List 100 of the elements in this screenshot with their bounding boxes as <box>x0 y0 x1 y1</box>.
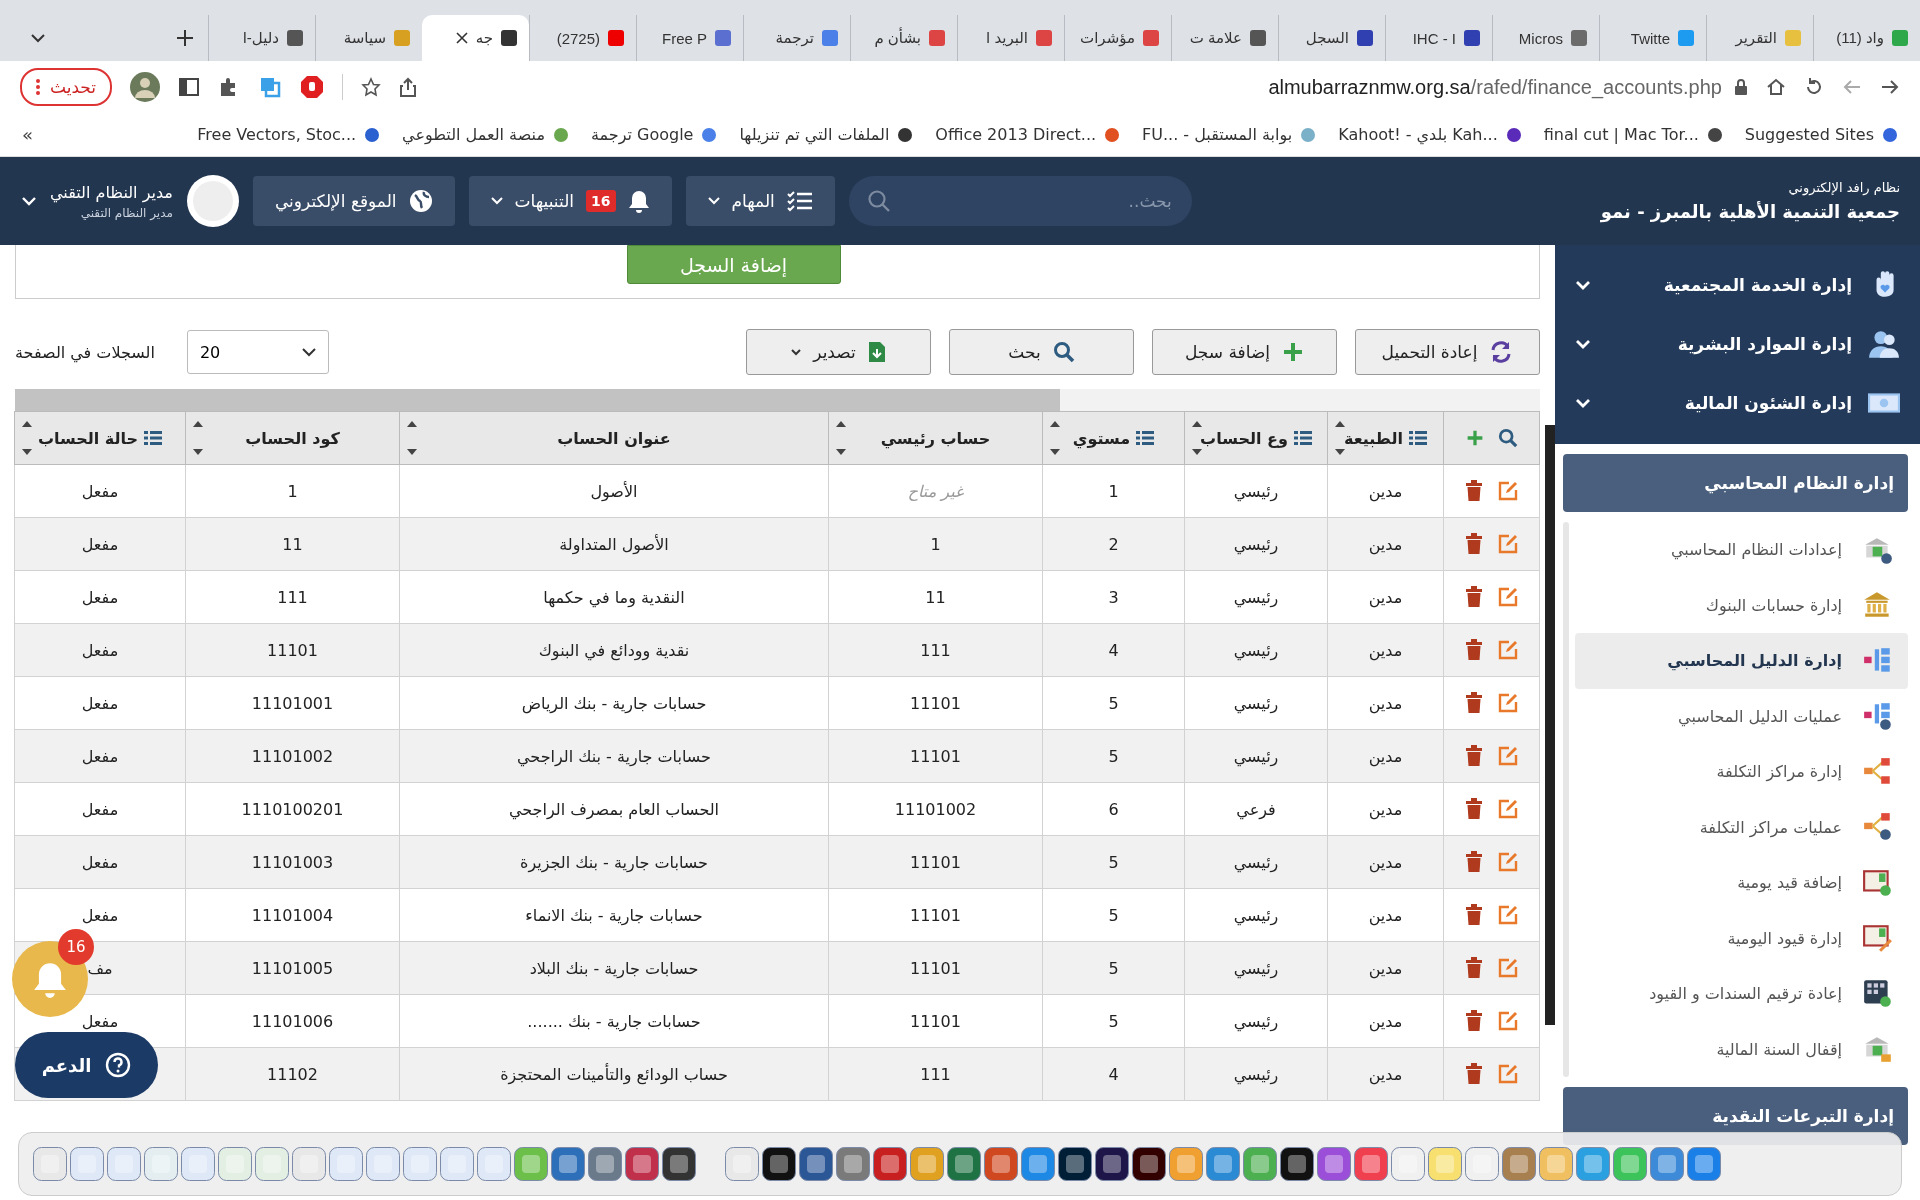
menu-item[interactable]: إقفال السنة المالية <box>1575 1021 1908 1077</box>
bookmark[interactable]: Kahoot! - بلدي Kah... <box>1338 125 1522 144</box>
menu-item[interactable]: إدارة قيود اليومية <box>1575 910 1908 966</box>
browser-tab[interactable]: سياسة <box>315 15 422 61</box>
add-button[interactable]: إضافة سجل <box>1152 329 1337 375</box>
edit-button[interactable] <box>1496 1063 1519 1085</box>
browser-tab[interactable]: جه <box>422 15 529 61</box>
share-icon[interactable] <box>399 77 418 97</box>
section-header[interactable]: إدارة النظام المحاسبي <box>1563 454 1908 512</box>
browser-tab[interactable]: دليل-ا <box>208 15 315 61</box>
more-bookmarks[interactable]: » <box>22 124 33 145</box>
bookmark[interactable]: ترجمة Google <box>590 125 718 144</box>
app-icon[interactable] <box>762 1147 796 1181</box>
sort-icon[interactable] <box>1191 420 1203 456</box>
column-header[interactable]: حالة الحساب <box>14 411 186 465</box>
delete-button[interactable] <box>1464 692 1483 714</box>
menu-item[interactable]: إدارة مراكز التكلفة <box>1575 744 1908 800</box>
home-icon[interactable] <box>1766 77 1786 97</box>
edit-button[interactable] <box>1496 533 1519 555</box>
bookmark[interactable]: final cut | Mac Tor... <box>1543 125 1723 144</box>
column-header[interactable]: الطبيعة <box>1327 411 1444 465</box>
bookmark[interactable]: الملفات التي تم تنزيلها <box>739 125 914 144</box>
delete-button[interactable] <box>1464 1010 1483 1032</box>
app-icon[interactable] <box>1058 1147 1092 1181</box>
menu-group[interactable]: إدارة الشئون المالية <box>1555 373 1920 432</box>
bookmark[interactable]: منصة العمل التطوعي <box>402 125 569 144</box>
app-icon[interactable] <box>1132 1147 1166 1181</box>
browser-tab[interactable]: IHC - I <box>1385 15 1492 61</box>
sort-icon[interactable] <box>1334 420 1346 456</box>
export-button[interactable]: تصدير <box>746 329 931 375</box>
sort-icon[interactable] <box>406 420 418 456</box>
browser-tab[interactable]: البريد ا <box>957 15 1064 61</box>
edit-button[interactable] <box>1496 904 1519 926</box>
search-icon[interactable] <box>1497 428 1518 449</box>
new-tab-icon[interactable] <box>176 29 194 47</box>
page-size-select[interactable]: 20 <box>186 330 329 374</box>
menu-item[interactable]: عمليات مراكز التكلفة <box>1575 799 1908 855</box>
menu-group[interactable]: إدارة الخدمة المجتمعية <box>1555 255 1920 314</box>
bookmark[interactable]: Free Vectors, Stoc... <box>197 125 381 144</box>
website-button[interactable]: الموقع الإلكتروني <box>252 176 455 226</box>
scrollbar[interactable] <box>1545 425 1555 1025</box>
column-header[interactable]: وع الحساب <box>1184 411 1328 465</box>
edit-button[interactable] <box>1496 639 1519 661</box>
search-field[interactable]: بحث.. <box>848 176 1192 226</box>
app-icon[interactable] <box>1280 1147 1314 1181</box>
edit-button[interactable] <box>1496 745 1519 767</box>
reload-button[interactable]: إعادة التحميل <box>1355 329 1540 375</box>
delete-button[interactable] <box>1464 798 1483 820</box>
add-icon[interactable] <box>1465 429 1484 448</box>
browser-tab[interactable]: مؤشرات <box>1064 15 1171 61</box>
tasks-button[interactable]: المهام <box>685 176 835 226</box>
sort-icon[interactable] <box>1049 420 1061 456</box>
column-header[interactable]: حساب رئيسي <box>828 411 1043 465</box>
chevron-down-icon[interactable] <box>30 33 46 43</box>
back-arrow-icon[interactable] <box>1842 78 1862 96</box>
browser-tab[interactable]: Free P <box>636 15 743 61</box>
edit-button[interactable] <box>1496 586 1519 608</box>
delete-button[interactable] <box>1464 957 1483 979</box>
column-header[interactable]: مستوي <box>1042 411 1185 465</box>
delete-button[interactable] <box>1464 851 1483 873</box>
bookmark[interactable]: Suggested Sites <box>1744 125 1898 144</box>
delete-button[interactable] <box>1464 480 1483 502</box>
browser-tab[interactable]: Twitte <box>1599 15 1706 61</box>
sync-icon[interactable] <box>258 75 283 99</box>
menu-item[interactable]: إدارة حسابات البنوك <box>1575 577 1908 633</box>
scrollbar[interactable] <box>1563 522 1569 1077</box>
menu-item[interactable]: إعدادات النظام المحاسبي <box>1575 522 1908 578</box>
edit-button[interactable] <box>1496 1010 1519 1032</box>
update-button[interactable]: تحديث <box>20 68 113 106</box>
sort-icon[interactable] <box>192 420 204 456</box>
edit-button[interactable] <box>1496 851 1519 873</box>
column-header[interactable]: كود الحساب <box>185 411 400 465</box>
browser-tab[interactable]: ترجمة <box>743 15 850 61</box>
browser-tab[interactable]: بشأن م <box>850 15 957 61</box>
delete-button[interactable] <box>1464 1063 1483 1085</box>
browser-tab[interactable]: السجل <box>1278 15 1385 61</box>
app-icon[interactable] <box>799 1147 833 1181</box>
sort-icon[interactable] <box>835 420 847 456</box>
scrollbar[interactable] <box>15 389 1060 411</box>
sort-icon[interactable] <box>21 420 33 456</box>
delete-button[interactable] <box>1464 639 1483 661</box>
close-icon[interactable] <box>455 32 468 44</box>
menu-item[interactable]: إدارة الدليل المحاسبي <box>1575 633 1908 689</box>
bookmark[interactable]: Office 2013 Direct... <box>935 125 1121 144</box>
app-icon[interactable] <box>662 1147 696 1181</box>
delete-button[interactable] <box>1464 586 1483 608</box>
edit-button[interactable] <box>1496 798 1519 820</box>
delete-button[interactable] <box>1464 904 1483 926</box>
browser-tab[interactable]: علامة ت <box>1171 15 1278 61</box>
star-icon[interactable] <box>361 77 382 97</box>
reload-icon[interactable] <box>1804 77 1824 97</box>
browser-tab[interactable]: (11) واد <box>1813 15 1920 61</box>
forward-arrow-icon[interactable] <box>1880 78 1900 96</box>
bookmark[interactable]: FU... - بوابة المستقبل <box>1142 125 1317 144</box>
browser-tab[interactable]: التقرير <box>1706 15 1813 61</box>
menu-item[interactable]: إعادة ترقيم السندات و القيود <box>1575 966 1908 1022</box>
support-button[interactable]: الدعم <box>15 1032 158 1098</box>
column-header[interactable]: عنوان الحساب <box>399 411 829 465</box>
user-avatar[interactable] <box>186 175 239 227</box>
menu-group[interactable]: إدارة الموارد البشرية <box>1555 314 1920 373</box>
